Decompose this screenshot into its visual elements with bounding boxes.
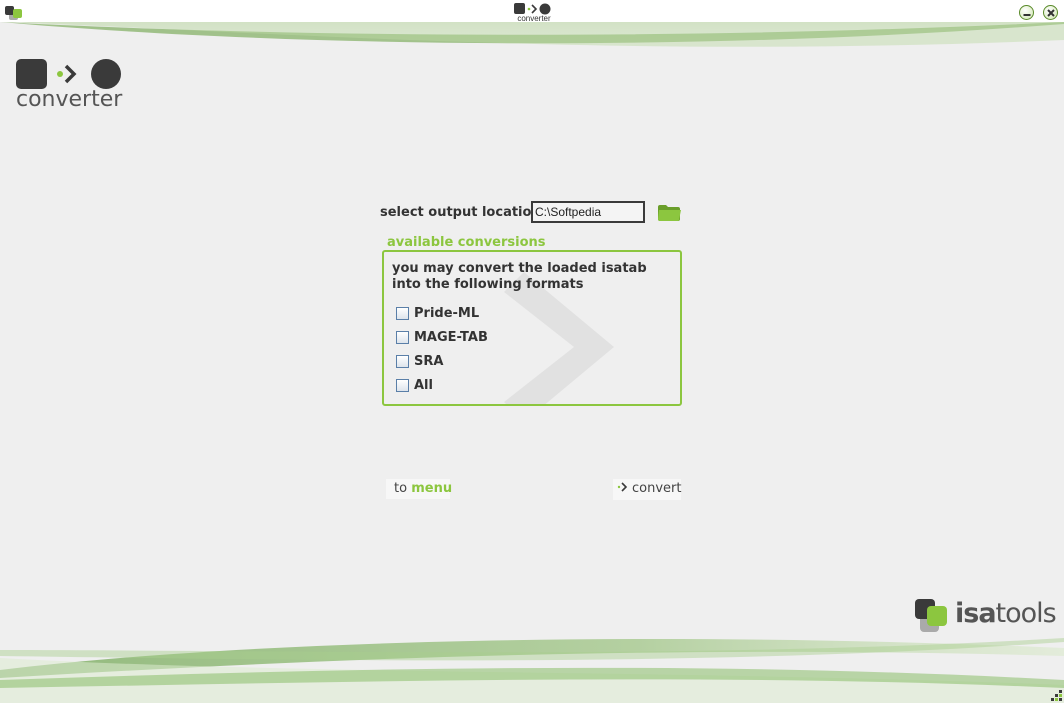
option-label: Pride-ML bbox=[414, 305, 480, 321]
option-pride-ml[interactable]: Pride-ML bbox=[396, 305, 479, 321]
bottom-wave-decoration bbox=[0, 638, 1064, 703]
to-menu-label: menu bbox=[411, 481, 453, 496]
isatools-suffix: tools bbox=[995, 598, 1057, 629]
option-sra[interactable]: SRA bbox=[396, 353, 443, 369]
converter-logo-icon bbox=[16, 59, 121, 89]
convert-button[interactable]: convert bbox=[613, 479, 681, 500]
converter-logo: converter bbox=[15, 58, 130, 114]
available-conversions-title: available conversions bbox=[387, 235, 546, 250]
option-label: All bbox=[414, 377, 433, 393]
minimize-button[interactable] bbox=[1019, 5, 1034, 20]
converter-window: converter converter select output locati… bbox=[0, 0, 1064, 703]
to-menu-prefix: to bbox=[394, 481, 408, 496]
output-location-label: select output location bbox=[380, 205, 541, 220]
title-bar: converter bbox=[0, 0, 1064, 23]
title-logo: converter bbox=[513, 3, 555, 23]
resize-grip-icon[interactable] bbox=[1049, 689, 1063, 702]
logo-text: converter bbox=[16, 87, 123, 112]
title-logo-text: converter bbox=[517, 14, 551, 23]
output-location-input[interactable] bbox=[531, 201, 645, 223]
to-menu-button[interactable]: to menu bbox=[386, 479, 453, 499]
all-checkbox[interactable] bbox=[396, 378, 409, 392]
isatools-logo-text: isatools bbox=[955, 598, 1057, 629]
sra-checkbox[interactable] bbox=[396, 354, 409, 368]
isatools-prefix: isa bbox=[955, 598, 997, 629]
folder-icon[interactable] bbox=[657, 204, 682, 222]
isatools-logo: isatools bbox=[915, 598, 1060, 638]
option-label: SRA bbox=[414, 353, 444, 369]
minimize-icon bbox=[1023, 14, 1031, 16]
convert-label: convert bbox=[632, 481, 682, 496]
option-label: MAGE-TAB bbox=[414, 329, 488, 345]
close-icon bbox=[1047, 9, 1055, 17]
conversions-description: you may convert the loaded isatab into t… bbox=[392, 261, 647, 292]
pride-ml-checkbox[interactable] bbox=[396, 306, 409, 320]
isatools-logo-icon bbox=[915, 599, 947, 632]
mage-tab-checkbox[interactable] bbox=[396, 330, 409, 344]
app-icon bbox=[5, 6, 22, 20]
option-mage-tab[interactable]: MAGE-TAB bbox=[396, 329, 488, 345]
conversions-panel: you may convert the loaded isatab into t… bbox=[382, 250, 682, 406]
close-button[interactable] bbox=[1043, 5, 1058, 20]
option-all[interactable]: All bbox=[396, 377, 433, 393]
chevron-right-icon bbox=[617, 482, 628, 492]
